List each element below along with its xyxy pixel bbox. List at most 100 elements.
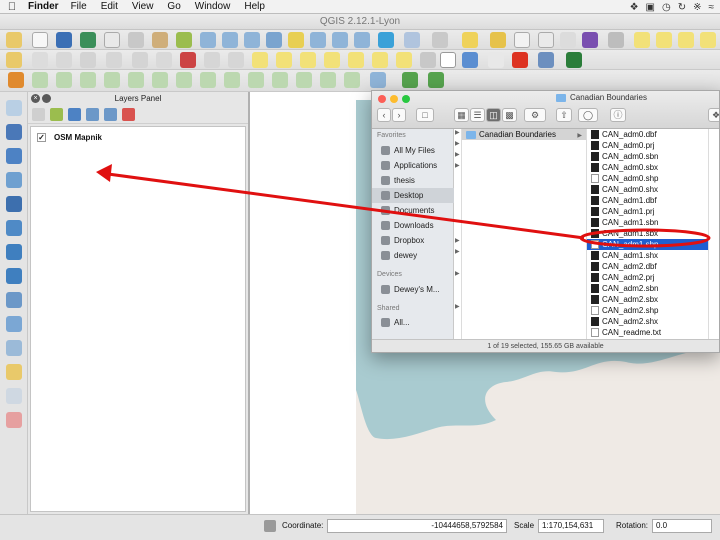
bluetooth-icon[interactable]: ※	[693, 2, 701, 13]
file-item[interactable]: CAN_adm2.sbx	[587, 294, 708, 305]
sidebar-item-documents[interactable]: Documents	[372, 203, 454, 218]
close-window-icon[interactable]	[378, 95, 386, 103]
rotation-field[interactable]: 0.0	[652, 519, 712, 533]
action-icon[interactable]	[432, 32, 448, 48]
new-project-icon[interactable]	[32, 32, 48, 48]
toggle-edit-icon[interactable]	[6, 52, 22, 68]
add-vector-icon[interactable]	[6, 100, 22, 116]
wifi-icon[interactable]: ≈	[709, 2, 715, 13]
label-show-icon[interactable]	[300, 52, 316, 68]
zoom-last-icon[interactable]	[332, 32, 348, 48]
composer-manager-icon[interactable]	[128, 32, 144, 48]
add-mssql-icon[interactable]	[6, 196, 22, 212]
menu-help[interactable]: Help	[237, 1, 272, 12]
filter-legend-icon[interactable]	[68, 108, 81, 121]
advanced-digitize-icon[interactable]	[8, 72, 24, 88]
rotate-point-icon[interactable]	[370, 72, 386, 88]
file-item[interactable]: CAN_adm2.shx	[587, 316, 708, 327]
plugin-icon[interactable]	[420, 52, 436, 68]
current-edits-icon[interactable]	[56, 52, 72, 68]
save-edits-icon[interactable]	[32, 52, 48, 68]
coordinate-field[interactable]: -10444658,5792584	[327, 519, 507, 533]
file-item[interactable]: CAN_adm0.sbn	[587, 151, 708, 162]
add-postgis-icon[interactable]	[6, 148, 22, 164]
apple-menu-icon[interactable]: 	[0, 1, 24, 13]
toolbar-icon[interactable]	[6, 32, 22, 48]
new-folder-button[interactable]: □	[416, 108, 434, 122]
label-rotate-icon[interactable]	[348, 52, 364, 68]
offset-curve-icon[interactable]	[272, 72, 288, 88]
add-wfs-icon[interactable]	[6, 292, 22, 308]
delete-selected-icon[interactable]	[156, 52, 172, 68]
move-feature-icon[interactable]	[106, 52, 122, 68]
file-item[interactable]: CAN_adm1.sbn	[587, 217, 708, 228]
new-shapefile-icon[interactable]	[6, 364, 22, 380]
form-annotation-icon[interactable]	[678, 32, 694, 48]
identify-icon[interactable]	[404, 32, 420, 48]
save-as-icon[interactable]	[80, 32, 96, 48]
file-item[interactable]: CAN_adm0.shx	[587, 184, 708, 195]
layer-style-icon[interactable]	[32, 108, 45, 121]
sidebar-item-all-my-files[interactable]: All My Files	[372, 143, 454, 158]
icon-view-button[interactable]: ▦	[454, 108, 469, 122]
cover-flow-button[interactable]: ▩	[502, 108, 517, 122]
sidebar-item-dewey[interactable]: dewey	[372, 248, 454, 263]
dropbox-button[interactable]: ❖	[708, 108, 719, 122]
menu-edit[interactable]: Edit	[94, 1, 125, 12]
annotation-icon[interactable]	[634, 32, 650, 48]
undo-icon[interactable]	[32, 72, 48, 88]
zoom-next-icon[interactable]	[354, 32, 370, 48]
zoom-in-icon[interactable]	[200, 32, 216, 48]
rotate-feature-icon[interactable]	[80, 72, 96, 88]
processing-icon[interactable]	[566, 52, 582, 68]
file-item[interactable]: CAN_adm0.shp	[587, 173, 708, 184]
split-parts-icon[interactable]	[320, 72, 336, 88]
python-console-icon[interactable]	[462, 52, 478, 68]
screen-capture-icon[interactable]: ▣	[646, 2, 655, 13]
csv-icon[interactable]	[440, 52, 456, 68]
add-ring-icon[interactable]	[128, 72, 144, 88]
statistics-icon[interactable]	[560, 32, 576, 48]
menu-window[interactable]: Window	[188, 1, 238, 12]
label-icon[interactable]	[252, 52, 268, 68]
zoom-full-icon[interactable]	[266, 32, 282, 48]
file-item[interactable]: CAN_adm2.sbn	[587, 283, 708, 294]
fill-ring-icon[interactable]	[176, 72, 192, 88]
select-feature-icon[interactable]	[462, 32, 478, 48]
collapse-all-icon[interactable]	[104, 108, 117, 121]
attribute-table-icon[interactable]	[514, 32, 530, 48]
add-spatialite-icon[interactable]	[6, 172, 22, 188]
label-pin-icon[interactable]	[276, 52, 292, 68]
label-change-icon[interactable]	[372, 52, 388, 68]
time-machine-icon[interactable]: ↻	[678, 2, 686, 13]
zoom-window-icon[interactable]	[402, 95, 410, 103]
add-wms-icon[interactable]	[6, 244, 22, 260]
redo-icon[interactable]	[56, 72, 72, 88]
add-raster-layer-icon[interactable]	[428, 72, 444, 88]
add-feature-icon[interactable]	[80, 52, 96, 68]
add-delimited-text-icon[interactable]	[6, 316, 22, 332]
merge-features-icon[interactable]	[344, 72, 360, 88]
sidebar-item-desktop[interactable]: Desktop	[372, 188, 454, 203]
field-calculator-icon[interactable]	[538, 32, 554, 48]
deselect-icon[interactable]	[490, 32, 506, 48]
menu-app-finder[interactable]: Finder	[24, 1, 64, 12]
dropbox-status-icon[interactable]: ❖	[630, 2, 639, 13]
file-item[interactable]: CAN_adm1.shx	[587, 250, 708, 261]
file-item-selected[interactable]: CAN_adm1.shp	[587, 239, 708, 250]
sidebar-item-dropbox[interactable]: Dropbox	[372, 233, 454, 248]
file-item[interactable]: CAN_adm0.sbx	[587, 162, 708, 173]
add-oracle-icon[interactable]	[6, 220, 22, 236]
tags-button[interactable]: ◯	[578, 108, 598, 122]
minimize-window-icon[interactable]	[390, 95, 398, 103]
file-item[interactable]: CAN_adm1.prj	[587, 206, 708, 217]
measure-icon[interactable]	[608, 32, 624, 48]
panel-float-icon[interactable]	[42, 94, 51, 103]
add-raster-icon[interactable]	[6, 124, 22, 140]
label-highlight-icon[interactable]	[396, 52, 412, 68]
menu-file[interactable]: File	[64, 1, 94, 12]
reshape-icon[interactable]	[248, 72, 264, 88]
add-vector-layer-icon[interactable]	[402, 72, 418, 88]
zoom-selection-icon[interactable]	[288, 32, 304, 48]
delete-part-icon[interactable]	[224, 72, 240, 88]
